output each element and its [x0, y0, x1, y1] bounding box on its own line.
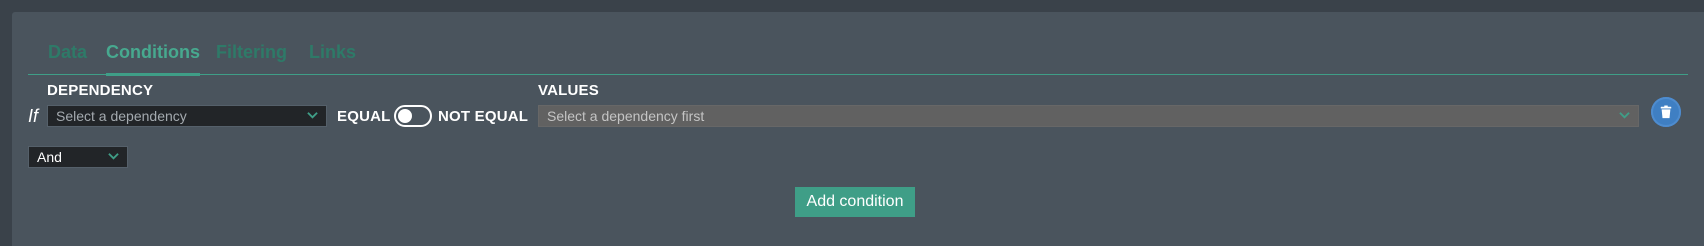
equal-toggle[interactable] [394, 105, 432, 127]
chevron-down-icon [108, 153, 119, 160]
values-select[interactable]: Select a dependency first [538, 105, 1639, 127]
delete-condition-button[interactable] [1651, 97, 1681, 127]
tab-links[interactable]: Links [309, 42, 356, 74]
tab-filtering[interactable]: Filtering [216, 42, 287, 74]
values-label: VALUES [538, 82, 599, 99]
dependency-select-placeholder: Select a dependency [56, 108, 187, 124]
toggle-knob [398, 109, 412, 123]
logic-operator-select[interactable]: And [28, 146, 128, 168]
chevron-down-icon [1619, 112, 1630, 119]
logic-operator-value: And [37, 149, 62, 165]
dependency-label: DEPENDENCY [47, 82, 154, 99]
add-condition-button[interactable]: Add condition [795, 187, 915, 217]
equal-label: EQUAL [337, 108, 391, 125]
values-select-placeholder: Select a dependency first [547, 108, 705, 124]
tab-data[interactable]: Data [48, 42, 87, 74]
if-prefix: If [28, 106, 39, 126]
tab-bar: Data Conditions Filtering Links [28, 30, 1688, 76]
chevron-down-icon [307, 112, 318, 119]
trash-icon [1660, 105, 1672, 119]
not-equal-label: NOT EQUAL [438, 108, 529, 125]
tab-conditions[interactable]: Conditions [106, 42, 200, 76]
dependency-select[interactable]: Select a dependency [47, 105, 327, 127]
